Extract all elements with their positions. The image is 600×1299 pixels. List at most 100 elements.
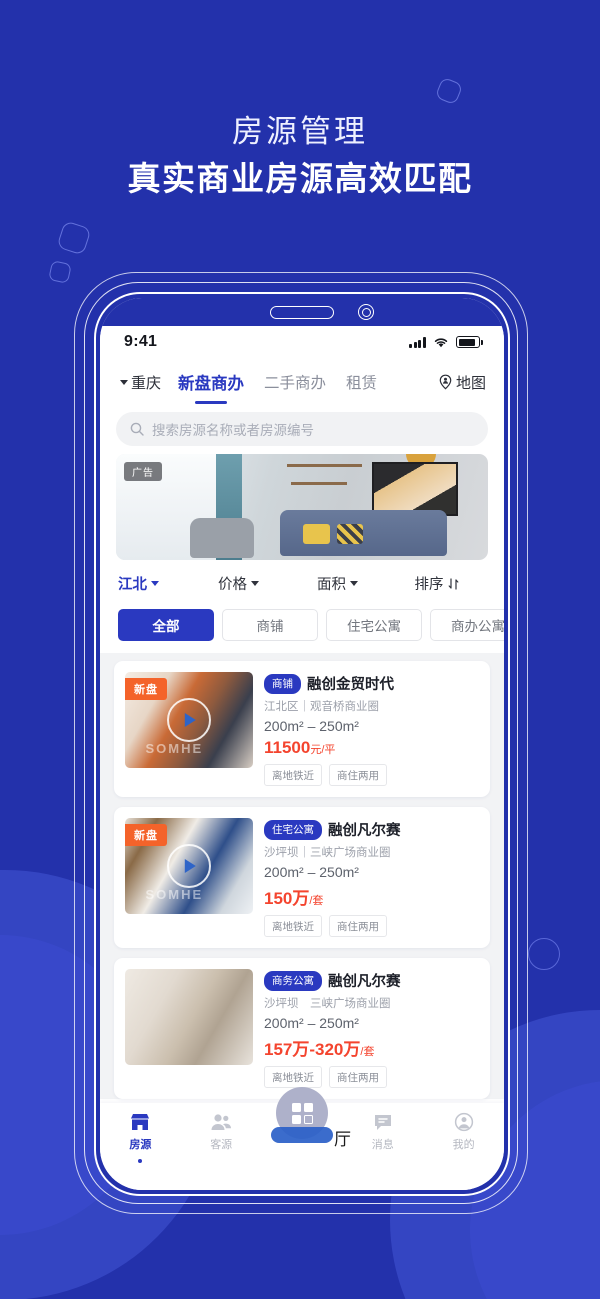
listing-tag-metro: 离地铁近 bbox=[264, 764, 322, 786]
listing-thumbnail[interactable]: 新盘 SOMHE bbox=[125, 672, 253, 768]
chevron-down-icon bbox=[251, 581, 259, 586]
nav-active-dot bbox=[138, 1159, 143, 1163]
deco-hexagon-a bbox=[56, 220, 92, 256]
thumbnail-watermark: SOMHE bbox=[145, 887, 204, 902]
search-icon bbox=[130, 422, 144, 436]
chip-residential-apartment[interactable]: 住宅公寓 bbox=[326, 609, 422, 641]
map-label: 地图 bbox=[455, 374, 486, 392]
status-time: 9:41 bbox=[124, 333, 158, 350]
listing-price-unit: 元/平 bbox=[310, 744, 336, 756]
listing-price: 150万/套 bbox=[264, 884, 479, 909]
listing-card[interactable]: 新盘 SOMHE 商铺 融创金贸时代 江北区｜观音桥商业圈 200m² – 25… bbox=[114, 661, 490, 797]
deco-ring bbox=[528, 938, 560, 970]
ad-banner[interactable]: 广告 bbox=[116, 454, 488, 560]
nav-label-clients: 客源 bbox=[210, 1139, 233, 1151]
store-icon bbox=[131, 1114, 150, 1130]
filter-district[interactable]: 江北 bbox=[118, 573, 189, 594]
listing-tag-mixeduse: 商住两用 bbox=[329, 764, 387, 786]
phone-screen: 9:41 重庆 新盘商办 二手商办 租赁 地图 搜索房源名称或者房源编号 广告 … bbox=[100, 298, 504, 1190]
banner-wall-art bbox=[372, 462, 459, 516]
listing-title-row: 商务公寓 融创凡尔赛 bbox=[264, 970, 479, 991]
listing-price-value: 11500 bbox=[264, 738, 311, 757]
tab-new-commercial[interactable]: 新盘商办 bbox=[169, 368, 253, 396]
listing-info: 商务公寓 融创凡尔赛 沙坪坝 三峡广场商业圈 200m² – 250m² 157… bbox=[264, 969, 479, 1088]
nav-label-messages: 消息 bbox=[371, 1139, 394, 1151]
listing-location: 沙坪坝 三峡广场商业圈 bbox=[264, 998, 391, 1010]
bottom-navigation: 房源 客源 消息 我的 厅 bbox=[100, 1087, 504, 1190]
listing-price: 157万-320万/套 bbox=[264, 1035, 479, 1060]
listing-name: 融创金贸时代 bbox=[307, 677, 394, 693]
nav-item-messages[interactable]: 消息 bbox=[342, 1112, 423, 1152]
filter-bar: 江北 价格 面积 排序 bbox=[100, 560, 504, 603]
listing-type-tag: 商务公寓 bbox=[264, 970, 322, 991]
listing-card[interactable]: 商务公寓 融创凡尔赛 沙坪坝 三峡广场商业圈 200m² – 250m² 157… bbox=[114, 958, 490, 1099]
listing-tag-mixeduse: 商住两用 bbox=[329, 915, 387, 937]
listing-card[interactable]: 新盘 SOMHE 住宅公寓 融创凡尔赛 沙坪坝｜三峡广场商业圈 200m² – … bbox=[114, 807, 490, 948]
tab-secondhand-commercial[interactable]: 二手商办 bbox=[255, 369, 335, 395]
page-title: 房源管理 bbox=[232, 114, 368, 149]
city-label: 重庆 bbox=[131, 374, 162, 392]
status-bar: 9:41 bbox=[100, 326, 504, 358]
hero-headings: 房源管理 真实商业房源高效匹配 bbox=[0, 112, 600, 201]
play-triangle-icon bbox=[184, 713, 196, 727]
cursor-watermark-char: 厅 bbox=[334, 1130, 351, 1149]
new-badge: 新盘 bbox=[125, 824, 167, 846]
chevron-down-icon bbox=[151, 581, 159, 586]
cursor-watermark-blob bbox=[271, 1127, 333, 1143]
filter-area[interactable]: 面积 bbox=[288, 573, 387, 594]
sort-arrows-icon bbox=[448, 577, 458, 590]
speaker-icon bbox=[270, 306, 334, 319]
listing-price: 11500元/平 bbox=[264, 738, 479, 758]
filter-area-label: 面积 bbox=[317, 577, 346, 593]
tab-rental[interactable]: 租赁 bbox=[337, 369, 386, 395]
chip-commercial-apartment[interactable]: 商办公寓 bbox=[430, 609, 504, 641]
battery-icon bbox=[456, 336, 483, 348]
listing-tag-metro: 离地铁近 bbox=[264, 915, 322, 937]
listing-thumbnail[interactable] bbox=[125, 969, 253, 1065]
listing-title-row: 商铺 融创金贸时代 bbox=[264, 673, 479, 694]
listing-price-value: 157万-320万 bbox=[264, 1040, 361, 1059]
search-placeholder: 搜索房源名称或者房源编号 bbox=[152, 423, 314, 438]
listing-tag-row: 离地铁近 商住两用 bbox=[264, 764, 479, 786]
nav-label-profile: 我的 bbox=[452, 1139, 475, 1151]
nav-label-listings: 房源 bbox=[129, 1139, 152, 1151]
listing-tag-mixeduse: 商住两用 bbox=[329, 1066, 387, 1088]
listing-price-unit: /套 bbox=[309, 895, 324, 907]
message-icon bbox=[374, 1115, 391, 1130]
nav-item-listings[interactable]: 房源 bbox=[100, 1112, 181, 1163]
filter-price-label: 价格 bbox=[218, 577, 247, 593]
deco-hexagon-b bbox=[48, 260, 72, 284]
banner-sofa bbox=[279, 510, 448, 556]
banner-armchair bbox=[190, 518, 254, 558]
listing-type-tag: 住宅公寓 bbox=[264, 819, 322, 840]
filter-sort[interactable]: 排序 bbox=[387, 573, 486, 594]
nav-item-clients[interactable]: 客源 bbox=[181, 1112, 262, 1152]
listing-name: 融创凡尔赛 bbox=[328, 974, 401, 990]
chip-all[interactable]: 全部 bbox=[118, 609, 214, 641]
listing-tag-metro: 离地铁近 bbox=[264, 1066, 322, 1088]
search-input[interactable]: 搜索房源名称或者房源编号 bbox=[116, 412, 488, 446]
city-selector[interactable]: 重庆 bbox=[114, 372, 167, 393]
listing-area: 200m² – 250m² bbox=[264, 718, 359, 734]
user-circle-icon bbox=[454, 1112, 473, 1132]
banner-shelf-bottom bbox=[290, 482, 347, 485]
ad-badge: 广告 bbox=[124, 462, 162, 481]
listing-name: 融创凡尔赛 bbox=[328, 823, 401, 839]
listing-thumbnail[interactable]: 新盘 SOMHE bbox=[125, 818, 253, 914]
chip-shop[interactable]: 商铺 bbox=[222, 609, 318, 641]
listing-price-unit: /套 bbox=[360, 1046, 375, 1058]
wifi-icon bbox=[434, 338, 448, 348]
phone-device: 9:41 重庆 新盘商办 二手商办 租赁 地图 搜索房源名称或者房源编号 广告 … bbox=[94, 292, 510, 1196]
top-tab-bar: 重庆 新盘商办 二手商办 租赁 地图 bbox=[100, 358, 504, 400]
listing-info: 住宅公寓 融创凡尔赛 沙坪坝｜三峡广场商业圈 200m² – 250m² 150… bbox=[264, 818, 479, 937]
filter-price[interactable]: 价格 bbox=[189, 573, 288, 594]
map-button[interactable]: 地图 bbox=[438, 372, 490, 393]
listing-area: 200m² – 250m² bbox=[264, 864, 359, 880]
signal-bars-icon bbox=[409, 336, 426, 348]
listing-type-tag: 商铺 bbox=[264, 673, 301, 694]
users-icon bbox=[211, 1114, 232, 1130]
phone-notch bbox=[100, 298, 504, 326]
nav-item-profile[interactable]: 我的 bbox=[423, 1112, 504, 1152]
category-chip-row: 全部 商铺 住宅公寓 商办公寓 bbox=[100, 603, 504, 653]
listing-tag-row: 离地铁近 商住两用 bbox=[264, 915, 479, 937]
